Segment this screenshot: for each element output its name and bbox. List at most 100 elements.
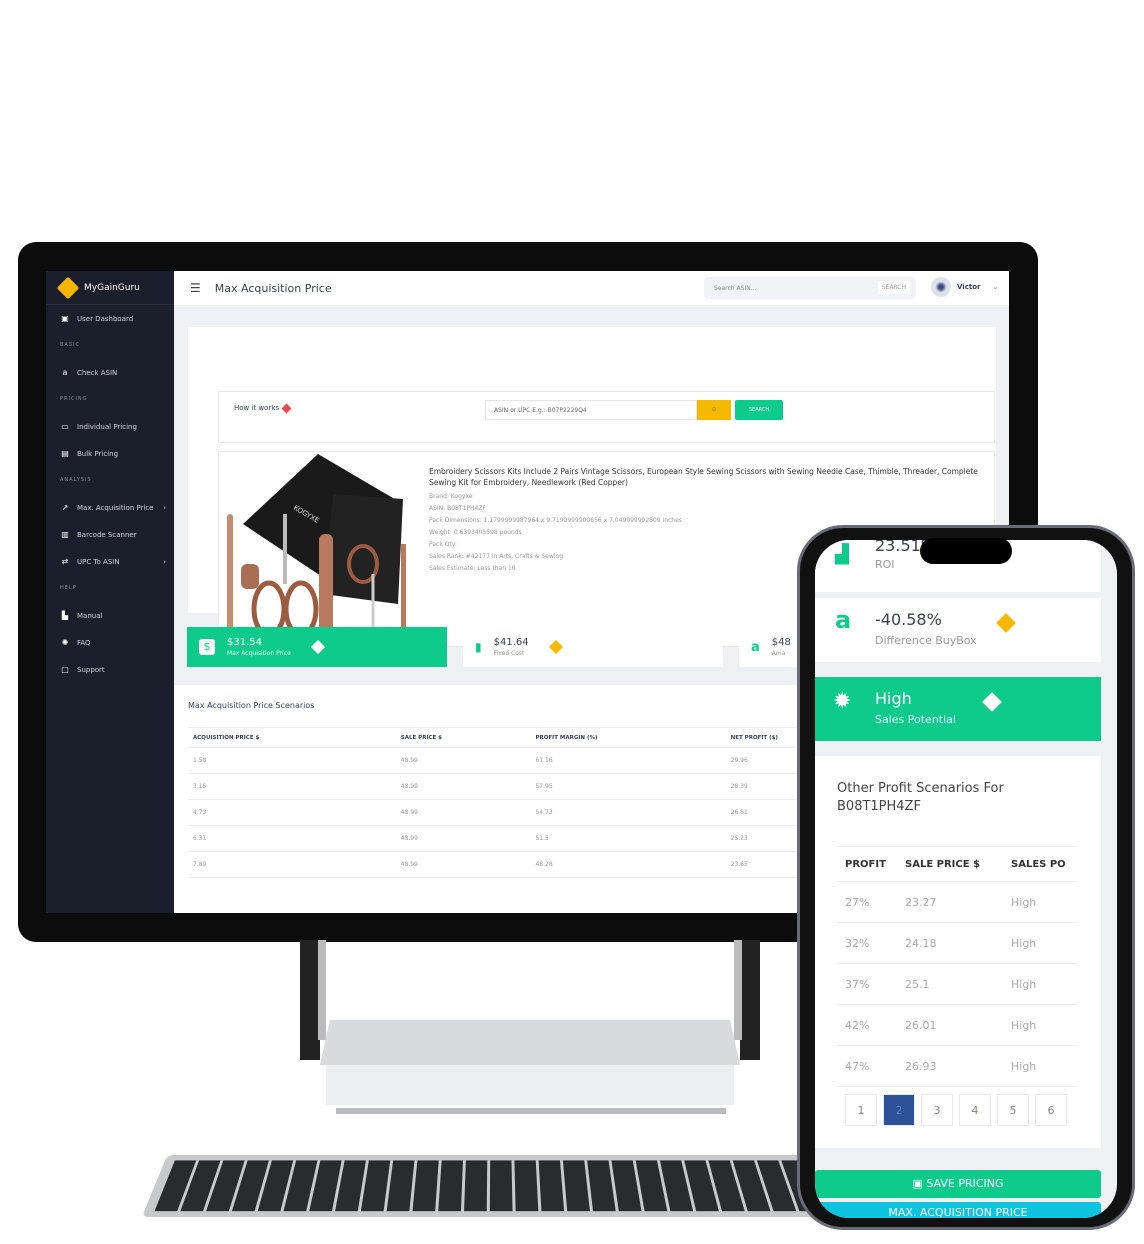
chevron-right-icon: › bbox=[163, 557, 166, 566]
bar-chart-icon: ▟ bbox=[835, 544, 849, 565]
search-button[interactable]: SEARCH bbox=[877, 281, 910, 294]
column-header[interactable]: ACQUISITION PRICE $ bbox=[188, 727, 396, 748]
page-button-4[interactable]: 4 bbox=[959, 1094, 991, 1126]
table-cell: 26.93 bbox=[905, 1059, 937, 1073]
product-detail: Brand: Kogyxe bbox=[429, 493, 473, 500]
sidebar: MyGainGuru ▣ User Dashboard BASIC a Check AS… bbox=[46, 271, 174, 913]
hamburger-menu-icon[interactable]: ☰ bbox=[190, 281, 201, 295]
sidebar-item-upc-to-asin[interactable]: ⇄ UPC To ASIN › bbox=[46, 548, 174, 575]
stat-label: Ama bbox=[771, 650, 786, 657]
sidebar-item-faq[interactable]: ✺ FAQ bbox=[46, 629, 174, 656]
table-cell: 61.16 bbox=[530, 747, 726, 774]
sidebar-item-bulk-pricing[interactable]: ▤ Bulk Pricing bbox=[46, 440, 174, 467]
dashboard-icon: ▣ bbox=[61, 314, 69, 323]
profit-scenarios-title: Other Profit Scenarios For B08T1PH4ZF bbox=[837, 781, 1004, 814]
user-menu[interactable]: Victor ⌄ bbox=[931, 277, 998, 297]
keyboard bbox=[141, 1155, 849, 1218]
table-cell: 47% bbox=[845, 1059, 870, 1073]
dollar-icon: $ bbox=[199, 639, 215, 655]
sidebar-item-individual-pricing[interactable]: ▭ Individual Pricing bbox=[46, 413, 174, 440]
lightbulb-icon: ✺ bbox=[61, 638, 69, 647]
asin-input[interactable]: ASIN or UPC E.g.: B07P2229Q4 bbox=[485, 400, 697, 420]
brand-name: MyGainGuru bbox=[84, 282, 140, 293]
scan-button[interactable]: ⊙ bbox=[697, 400, 731, 420]
table-cell: 54.73 bbox=[530, 799, 726, 826]
book-icon: ▙ bbox=[61, 611, 69, 620]
asin-placeholder: ASIN or UPC E.g.: B07P2229Q4 bbox=[494, 407, 587, 414]
sidebar-section-label: PRICING bbox=[60, 396, 88, 402]
asin-search-button[interactable]: SEARCH bbox=[735, 400, 783, 420]
table-row: 7.89 48.99 48.28 23.65 bbox=[188, 851, 878, 878]
help-icon[interactable] bbox=[548, 639, 563, 655]
sidebar-item-support[interactable]: ▢ Support bbox=[46, 656, 174, 683]
column-header[interactable]: SALES PO bbox=[1011, 859, 1066, 870]
barcode-icon: ▥ bbox=[61, 530, 69, 539]
phone-frame: ▟ 23.51% ROI a -40.58% Difference BuyBox… bbox=[797, 525, 1135, 1230]
stat-label: Max Acquisition Price bbox=[227, 650, 291, 657]
sidebar-item-label: Individual Pricing bbox=[77, 422, 137, 431]
money-stack-icon: ▤ bbox=[61, 449, 69, 458]
chevron-right-icon: › bbox=[163, 503, 166, 512]
stat-label: Fixed Cost bbox=[493, 650, 525, 657]
column-header[interactable]: PROFIT MARGIN (%) bbox=[530, 727, 726, 748]
table-cell: 24.18 bbox=[905, 936, 937, 950]
page-button-2[interactable]: 2 bbox=[883, 1094, 915, 1126]
stat-max-acquisition-price: $ $31.54 Max Acquisition Price bbox=[187, 627, 447, 667]
table-row: 47% 26.93 High bbox=[837, 1046, 1077, 1087]
page-title: Max Acquisition Price bbox=[214, 281, 332, 295]
amazon-icon: a bbox=[835, 606, 852, 634]
help-icon[interactable] bbox=[996, 613, 1016, 633]
table-cell: High bbox=[1011, 977, 1037, 991]
page-button-6[interactable]: 6 bbox=[1035, 1094, 1067, 1126]
table-cell: 23.27 bbox=[905, 895, 937, 909]
sidebar-item-user-dashboard[interactable]: ▣ User Dashboard bbox=[46, 305, 174, 332]
sidebar-item-max-acquisition-price[interactable]: ↗ Max. Acquisition Price › bbox=[46, 494, 174, 521]
pagination: 123456 bbox=[845, 1094, 1067, 1126]
stat-value: $41.64 bbox=[493, 637, 529, 648]
sidebar-menu: ▣ User Dashboard BASIC a Check ASIN PRICING ▭ I… bbox=[46, 305, 174, 683]
table-cell: 57.95 bbox=[530, 773, 726, 800]
column-header[interactable]: PROFIT bbox=[837, 859, 905, 870]
phone-screen: ▟ 23.51% ROI a -40.58% Difference BuyBox… bbox=[815, 540, 1117, 1218]
top-bar: ☰ Max Acquisition Price Search ASIN... SE… bbox=[174, 271, 1009, 305]
kangaroo-logo-icon bbox=[56, 276, 80, 299]
sidebar-item-label: Barcode Scanner bbox=[77, 530, 137, 539]
max-acquisition-price-button[interactable]: MAX. ACQUISITION PRICE bbox=[815, 1202, 1101, 1218]
buybox-label: Difference BuyBox bbox=[875, 634, 977, 647]
table-cell: 4.73 bbox=[188, 799, 396, 826]
product-image: KOGYXE bbox=[227, 454, 406, 639]
column-header[interactable]: SALE PRICE $ bbox=[905, 859, 1011, 870]
brand-logo[interactable]: MyGainGuru bbox=[46, 271, 174, 305]
table-cell: 48.99 bbox=[395, 773, 531, 800]
how-it-works-link[interactable]: How it works bbox=[234, 403, 292, 413]
help-icon[interactable] bbox=[982, 692, 1002, 712]
sidebar-section-label: HELP bbox=[60, 585, 77, 591]
column-header[interactable]: SALE PRICE $ bbox=[395, 727, 531, 748]
sidebar-item-check-asin[interactable]: a Check ASIN bbox=[46, 359, 174, 386]
table-cell: 32% bbox=[845, 936, 870, 950]
table-cell: High bbox=[1011, 1059, 1037, 1073]
table-cell: High bbox=[1011, 936, 1037, 950]
table-cell: 48.99 bbox=[395, 747, 531, 774]
help-icon bbox=[281, 403, 292, 413]
table-row: 27% 23.27 High bbox=[837, 882, 1077, 923]
table-cell: 3.15 bbox=[188, 773, 396, 800]
sidebar-item-label: UPC To ASIN bbox=[77, 557, 120, 566]
stat-fixed-cost: ▮ $41.64 Fixed Cost bbox=[463, 627, 723, 667]
save-pricing-button[interactable]: ▣ SAVE PRICING bbox=[815, 1170, 1101, 1198]
sidebar-item-label: Bulk Pricing bbox=[77, 449, 119, 458]
save-icon: ▣ bbox=[912, 1177, 927, 1190]
product-name: Embroidery Scissors Kits Include 2 Pairs… bbox=[429, 467, 978, 487]
help-icon[interactable] bbox=[310, 639, 325, 655]
page-button-3[interactable]: 3 bbox=[921, 1094, 953, 1126]
sidebar-item-label: User Dashboard bbox=[77, 314, 134, 323]
sidebar-item-label: Check ASIN bbox=[77, 368, 118, 377]
page-button-1[interactable]: 1 bbox=[845, 1094, 877, 1126]
sidebar-item-barcode-scanner[interactable]: ▥ Barcode Scanner bbox=[46, 521, 174, 548]
exchange-icon: ⇄ bbox=[61, 557, 69, 566]
sidebar-item-manual[interactable]: ▙ Manual bbox=[46, 602, 174, 629]
table-cell: 48.28 bbox=[530, 851, 726, 878]
asin-search-input[interactable]: Search ASIN... SEARCH bbox=[704, 277, 916, 299]
page-button-5[interactable]: 5 bbox=[997, 1094, 1029, 1126]
table-cell: 7.89 bbox=[188, 851, 396, 878]
